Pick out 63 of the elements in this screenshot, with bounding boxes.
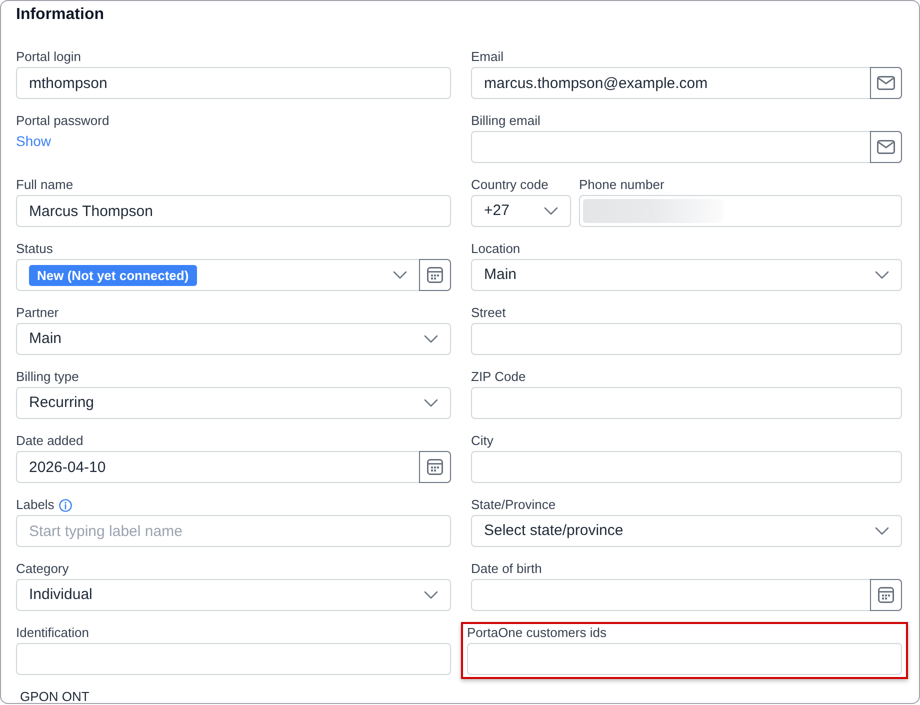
text-input[interactable] bbox=[471, 323, 902, 355]
field-label: Portal login bbox=[16, 49, 82, 65]
field-label: Email bbox=[471, 49, 504, 65]
field-label: PortaOne customers ids bbox=[467, 625, 606, 641]
chevron-down-icon bbox=[393, 271, 407, 279]
field-label: Partner bbox=[16, 305, 59, 321]
text-input[interactable]: Marcus Thompson bbox=[16, 195, 451, 227]
text-input[interactable] bbox=[471, 451, 902, 483]
mail-icon bbox=[877, 76, 895, 90]
dropdown[interactable]: +27 bbox=[471, 195, 571, 227]
text-input[interactable] bbox=[16, 643, 451, 675]
field-label: Street bbox=[471, 305, 506, 321]
text-input[interactable]: mthompson bbox=[16, 67, 451, 99]
field-label: Date added bbox=[16, 433, 84, 449]
dropdown[interactable]: New (Not yet connected) bbox=[16, 259, 420, 291]
phone-input[interactable] bbox=[579, 195, 902, 227]
info-icon[interactable] bbox=[59, 498, 72, 512]
dropdown[interactable]: Select state/province bbox=[471, 515, 902, 547]
email-input[interactable]: marcus.thompson@example.com bbox=[471, 67, 871, 99]
text-input[interactable]: Start typing label name bbox=[16, 515, 451, 547]
field-label: Status bbox=[16, 241, 53, 257]
field-label: State/Province bbox=[471, 497, 556, 513]
date-input[interactable] bbox=[471, 579, 871, 611]
date-input[interactable]: 2026-04-10 bbox=[16, 451, 420, 483]
calendar-icon bbox=[427, 459, 443, 475]
field-label: Phone number bbox=[579, 177, 664, 193]
show-link[interactable]: Show bbox=[16, 131, 52, 151]
chevron-down-icon bbox=[424, 399, 438, 407]
calendar-icon bbox=[427, 267, 443, 283]
calendar-button[interactable] bbox=[870, 579, 902, 611]
field-label: Full name bbox=[16, 177, 74, 193]
field-label: Labels bbox=[16, 497, 54, 513]
dropdown[interactable]: Individual bbox=[16, 579, 451, 611]
mail-icon bbox=[877, 140, 895, 154]
chevron-down-icon bbox=[544, 207, 558, 215]
field-label: Portal password bbox=[16, 113, 110, 129]
status-badge: New (Not yet connected) bbox=[29, 264, 197, 286]
section-title: GPON ONT bbox=[20, 690, 90, 703]
field-label: Location bbox=[471, 241, 520, 257]
calendar-icon bbox=[878, 587, 894, 603]
calendar-button[interactable] bbox=[419, 259, 451, 291]
email-input[interactable] bbox=[471, 131, 871, 163]
field-label: Billing email bbox=[471, 113, 540, 129]
field-label: Date of birth bbox=[471, 561, 542, 577]
chevron-down-icon bbox=[424, 335, 438, 343]
calendar-button[interactable] bbox=[419, 451, 451, 483]
field-label: Country code bbox=[471, 177, 548, 193]
chevron-down-icon bbox=[875, 527, 889, 535]
field-label: Billing type bbox=[16, 369, 79, 385]
text-input[interactable] bbox=[467, 643, 902, 675]
text-input[interactable] bbox=[471, 387, 902, 419]
field-label: Category bbox=[16, 561, 69, 577]
email-button[interactable] bbox=[870, 67, 902, 99]
dropdown[interactable]: Main bbox=[471, 259, 902, 291]
section-title: Information bbox=[16, 5, 104, 25]
chevron-down-icon bbox=[875, 271, 889, 279]
email-button[interactable] bbox=[870, 131, 902, 163]
field-label: Identification bbox=[16, 625, 89, 641]
chevron-down-icon bbox=[424, 591, 438, 599]
field-label: ZIP Code bbox=[471, 369, 526, 385]
dropdown[interactable]: Recurring bbox=[16, 387, 451, 419]
field-label: City bbox=[471, 433, 494, 449]
dropdown[interactable]: Main bbox=[16, 323, 451, 355]
